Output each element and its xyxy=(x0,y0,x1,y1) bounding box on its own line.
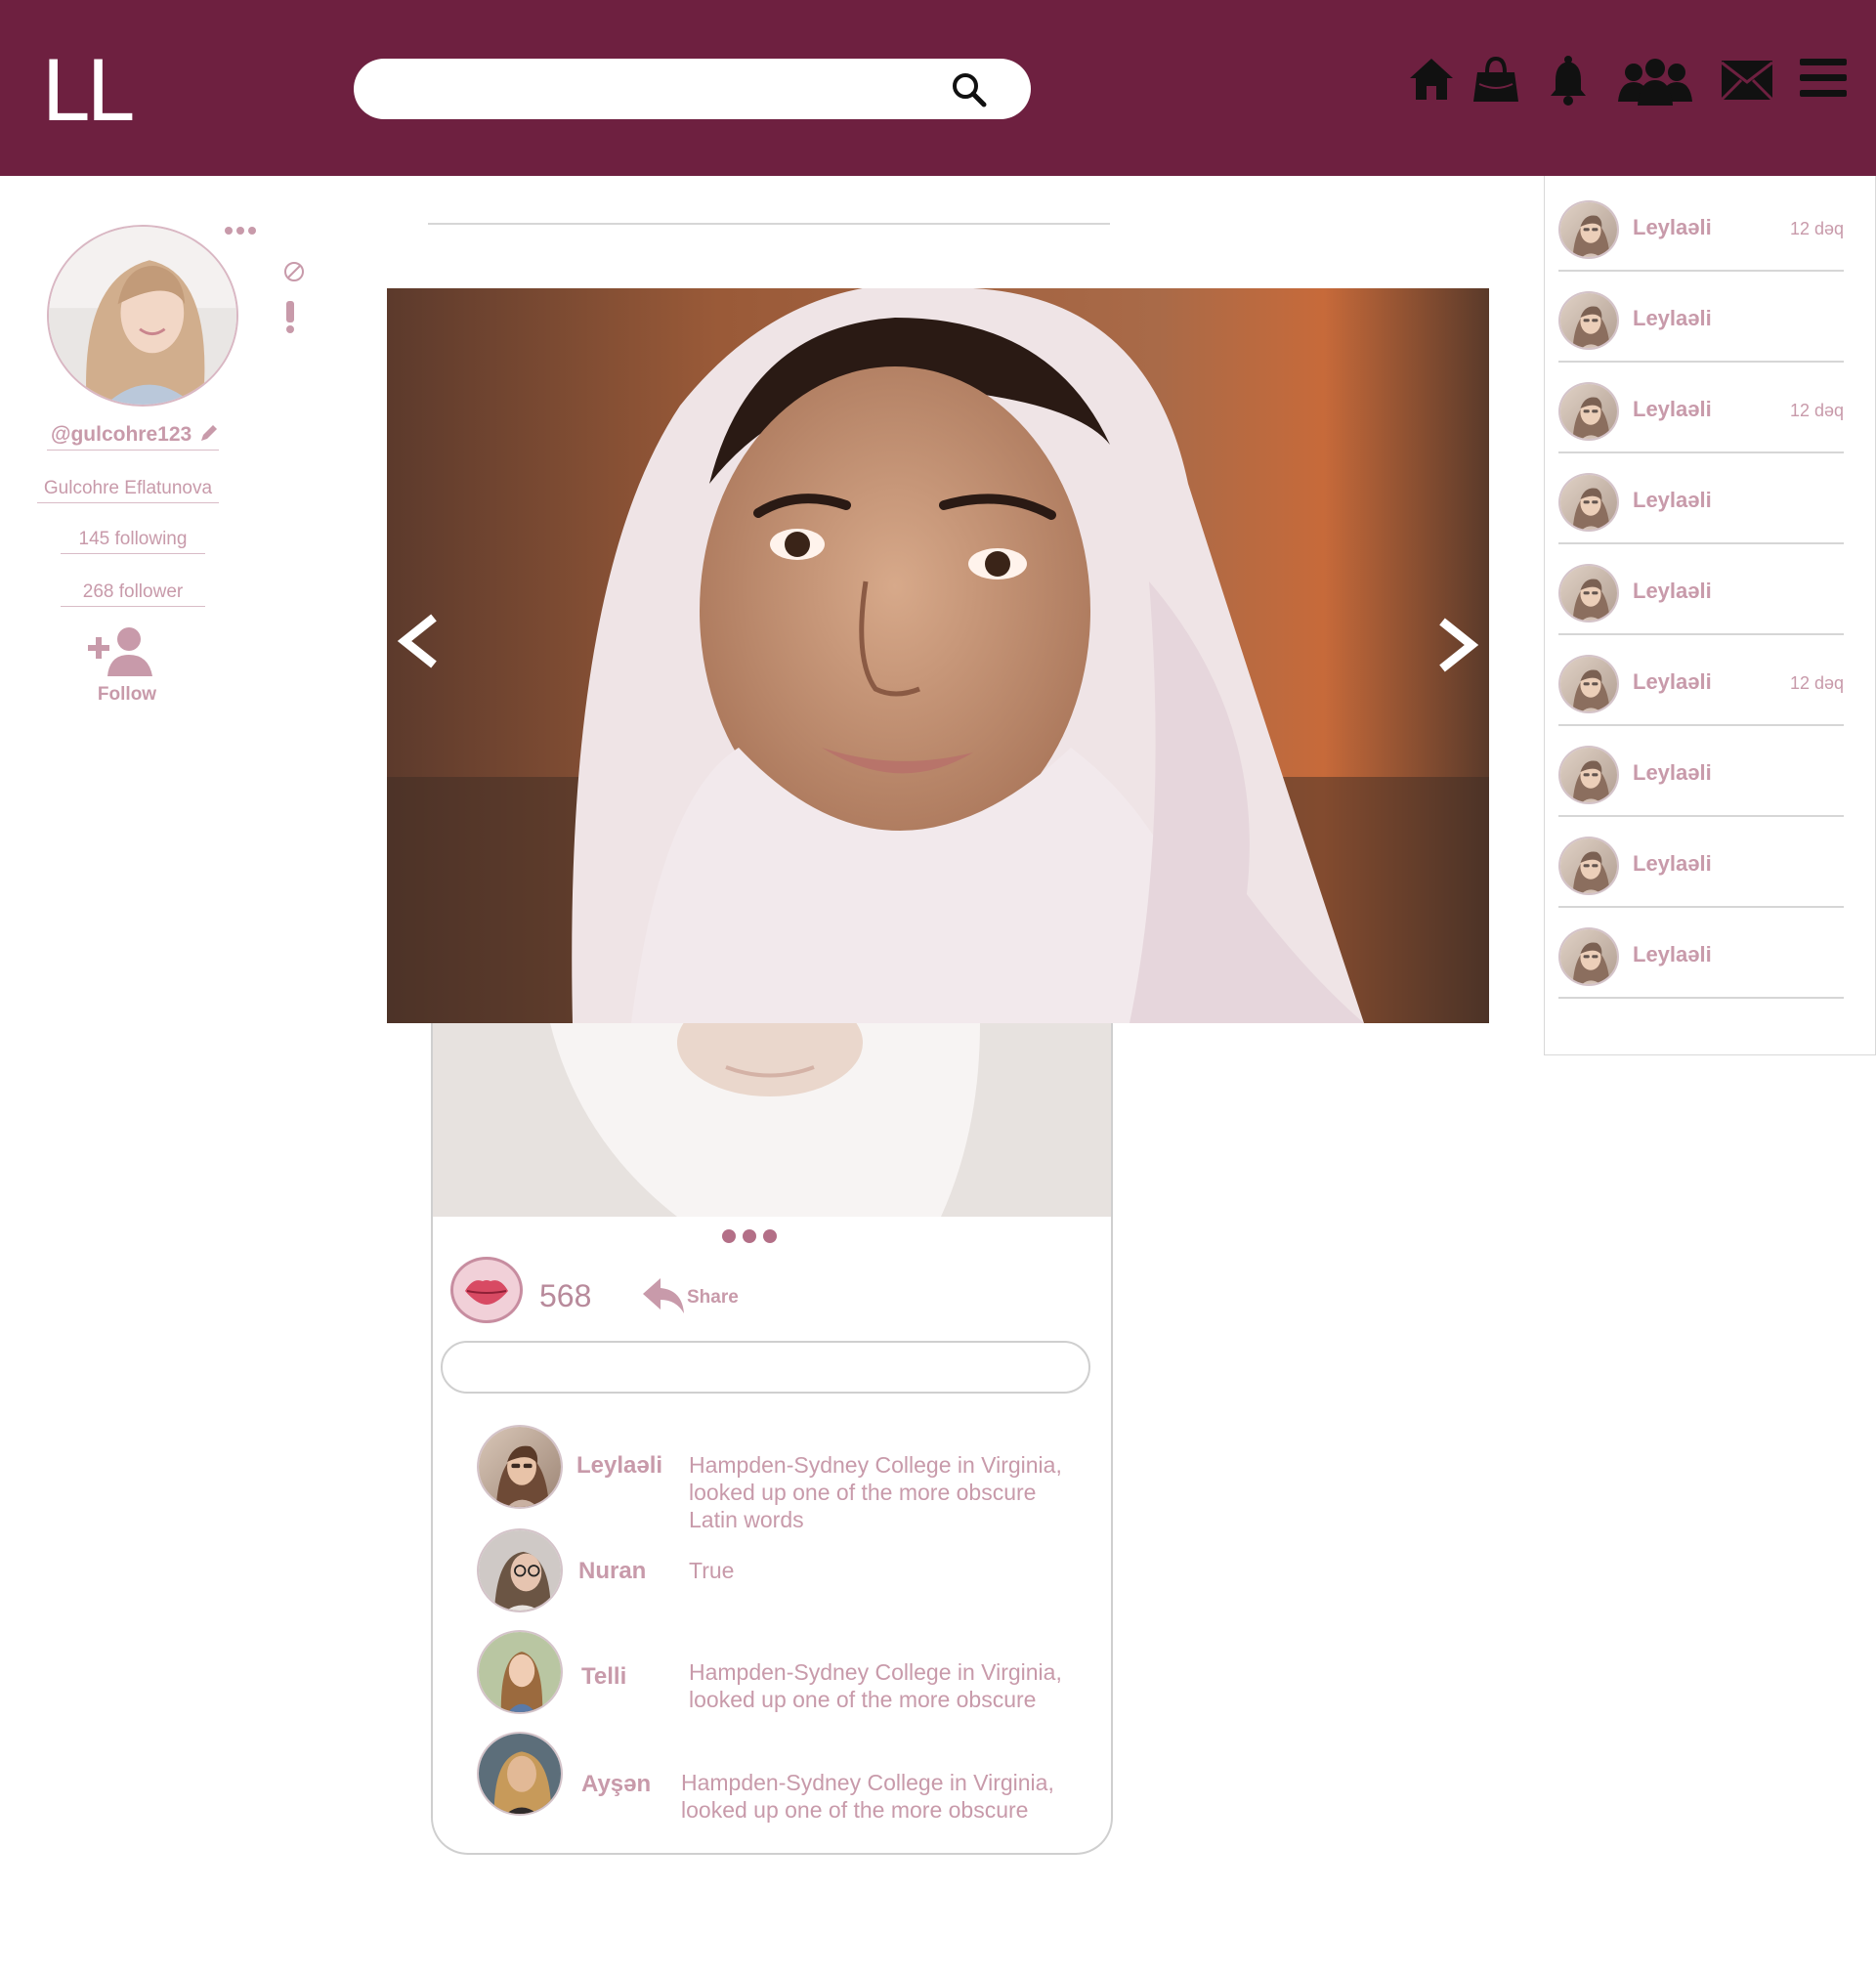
sidebar-item-name: Leylaəli xyxy=(1633,851,1712,876)
sidebar-item[interactable]: Leylaəli xyxy=(1558,911,1844,999)
sidebar-item[interactable]: Leylaəli xyxy=(1558,729,1844,817)
profile-more-icon[interactable] xyxy=(221,221,260,240)
edit-icon[interactable] xyxy=(198,422,220,444)
sidebar-item[interactable]: Leylaəli 12 dəq xyxy=(1558,638,1844,726)
following-count[interactable]: 145 following xyxy=(61,526,205,554)
post-image-preview xyxy=(433,1023,1111,1217)
sidebar-item[interactable]: Leylaəli xyxy=(1558,547,1844,635)
post-image[interactable] xyxy=(387,288,1489,1023)
comment-text: Hampden-Sydney College in Virginia, look… xyxy=(681,1770,1054,1823)
next-image-arrow[interactable] xyxy=(1432,614,1485,676)
profile-avatar[interactable] xyxy=(47,225,238,407)
profile-handle: @gulcohre123 xyxy=(47,420,219,451)
sidebar-avatar xyxy=(1558,927,1619,986)
sidebar-item-name: Leylaəli xyxy=(1633,397,1712,421)
sidebar-item-name: Leylaəli xyxy=(1633,579,1712,603)
app-logo[interactable]: LL xyxy=(41,43,133,141)
sidebar-item[interactable]: Leylaəli 12 dəq xyxy=(1558,184,1844,272)
sidebar-avatar xyxy=(1558,837,1619,895)
follower-count[interactable]: 268 follower xyxy=(61,579,205,607)
sidebar-item[interactable]: Leylaəli xyxy=(1558,456,1844,544)
sidebar-avatar xyxy=(1558,473,1619,532)
like-count: 568 xyxy=(539,1278,592,1313)
image-pager-dots[interactable] xyxy=(720,1227,779,1245)
prev-image-arrow[interactable] xyxy=(391,610,444,672)
sidebar-item-time: 12 dəq xyxy=(1789,219,1844,238)
friends-icon[interactable] xyxy=(1618,59,1692,107)
sidebar-avatar xyxy=(1558,655,1619,713)
menu-icon[interactable] xyxy=(1798,57,1849,100)
sidebar-item[interactable]: Leylaəli xyxy=(1558,275,1844,363)
block-icon[interactable] xyxy=(282,260,306,283)
commenter-name[interactable]: Telli xyxy=(581,1663,626,1691)
sidebar-avatar xyxy=(1558,382,1619,441)
sidebar-avatar xyxy=(1558,746,1619,804)
search-input[interactable] xyxy=(379,68,965,109)
commenter-name[interactable]: Nuran xyxy=(578,1558,646,1585)
commenter-avatar[interactable] xyxy=(477,1528,563,1612)
add-user-icon[interactable] xyxy=(86,625,156,680)
lips-icon xyxy=(465,1280,508,1305)
commenter-name[interactable]: Leylaəli xyxy=(576,1452,662,1480)
commenter-avatar[interactable] xyxy=(477,1630,563,1714)
sidebar-avatar xyxy=(1558,564,1619,623)
commenter-avatar[interactable] xyxy=(477,1732,563,1816)
sidebar-avatar xyxy=(1558,291,1619,350)
divider xyxy=(428,223,1110,225)
mail-icon[interactable] xyxy=(1720,59,1774,102)
sidebar-item[interactable]: Leylaəli 12 dəq xyxy=(1558,365,1844,453)
sidebar-item-name: Leylaəli xyxy=(1633,760,1712,785)
sidebar-avatar xyxy=(1558,200,1619,259)
comment-input[interactable] xyxy=(441,1341,1090,1394)
bell-icon[interactable] xyxy=(1550,55,1587,106)
sidebar-item[interactable]: Leylaəli xyxy=(1558,820,1844,908)
share-button[interactable]: Share xyxy=(687,1287,739,1309)
report-icon[interactable] xyxy=(283,301,297,334)
search-bar[interactable] xyxy=(354,59,1031,119)
sidebar-item-name: Leylaəli xyxy=(1633,669,1712,694)
comment-text: Hampden-Sydney College in Virginia, look… xyxy=(689,1452,1062,1532)
commenter-name[interactable]: Ayşən xyxy=(581,1771,651,1798)
share-icon[interactable] xyxy=(641,1276,686,1315)
sidebar-item-name: Leylaəli xyxy=(1633,488,1712,512)
top-bar: LL xyxy=(0,0,1876,176)
sidebar-item-time: 12 dəq xyxy=(1789,401,1844,420)
like-button[interactable] xyxy=(450,1257,523,1323)
home-icon[interactable] xyxy=(1407,55,1456,104)
sidebar-item-time: 12 dəq xyxy=(1789,673,1844,693)
follow-button[interactable]: Follow xyxy=(88,684,166,706)
sidebar-item-name: Leylaəli xyxy=(1633,942,1712,967)
profile-full-name: Gulcohre Eflatunova xyxy=(37,475,219,503)
commenter-avatar[interactable] xyxy=(477,1425,563,1509)
sidebar-item-name: Leylaəli xyxy=(1633,215,1712,239)
search-icon[interactable] xyxy=(950,70,989,109)
bag-icon[interactable] xyxy=(1471,55,1520,106)
comment-text: True xyxy=(689,1558,735,1583)
comment-text: Hampden-Sydney College in Virginia, look… xyxy=(689,1659,1062,1712)
sidebar-item-name: Leylaəli xyxy=(1633,306,1712,330)
